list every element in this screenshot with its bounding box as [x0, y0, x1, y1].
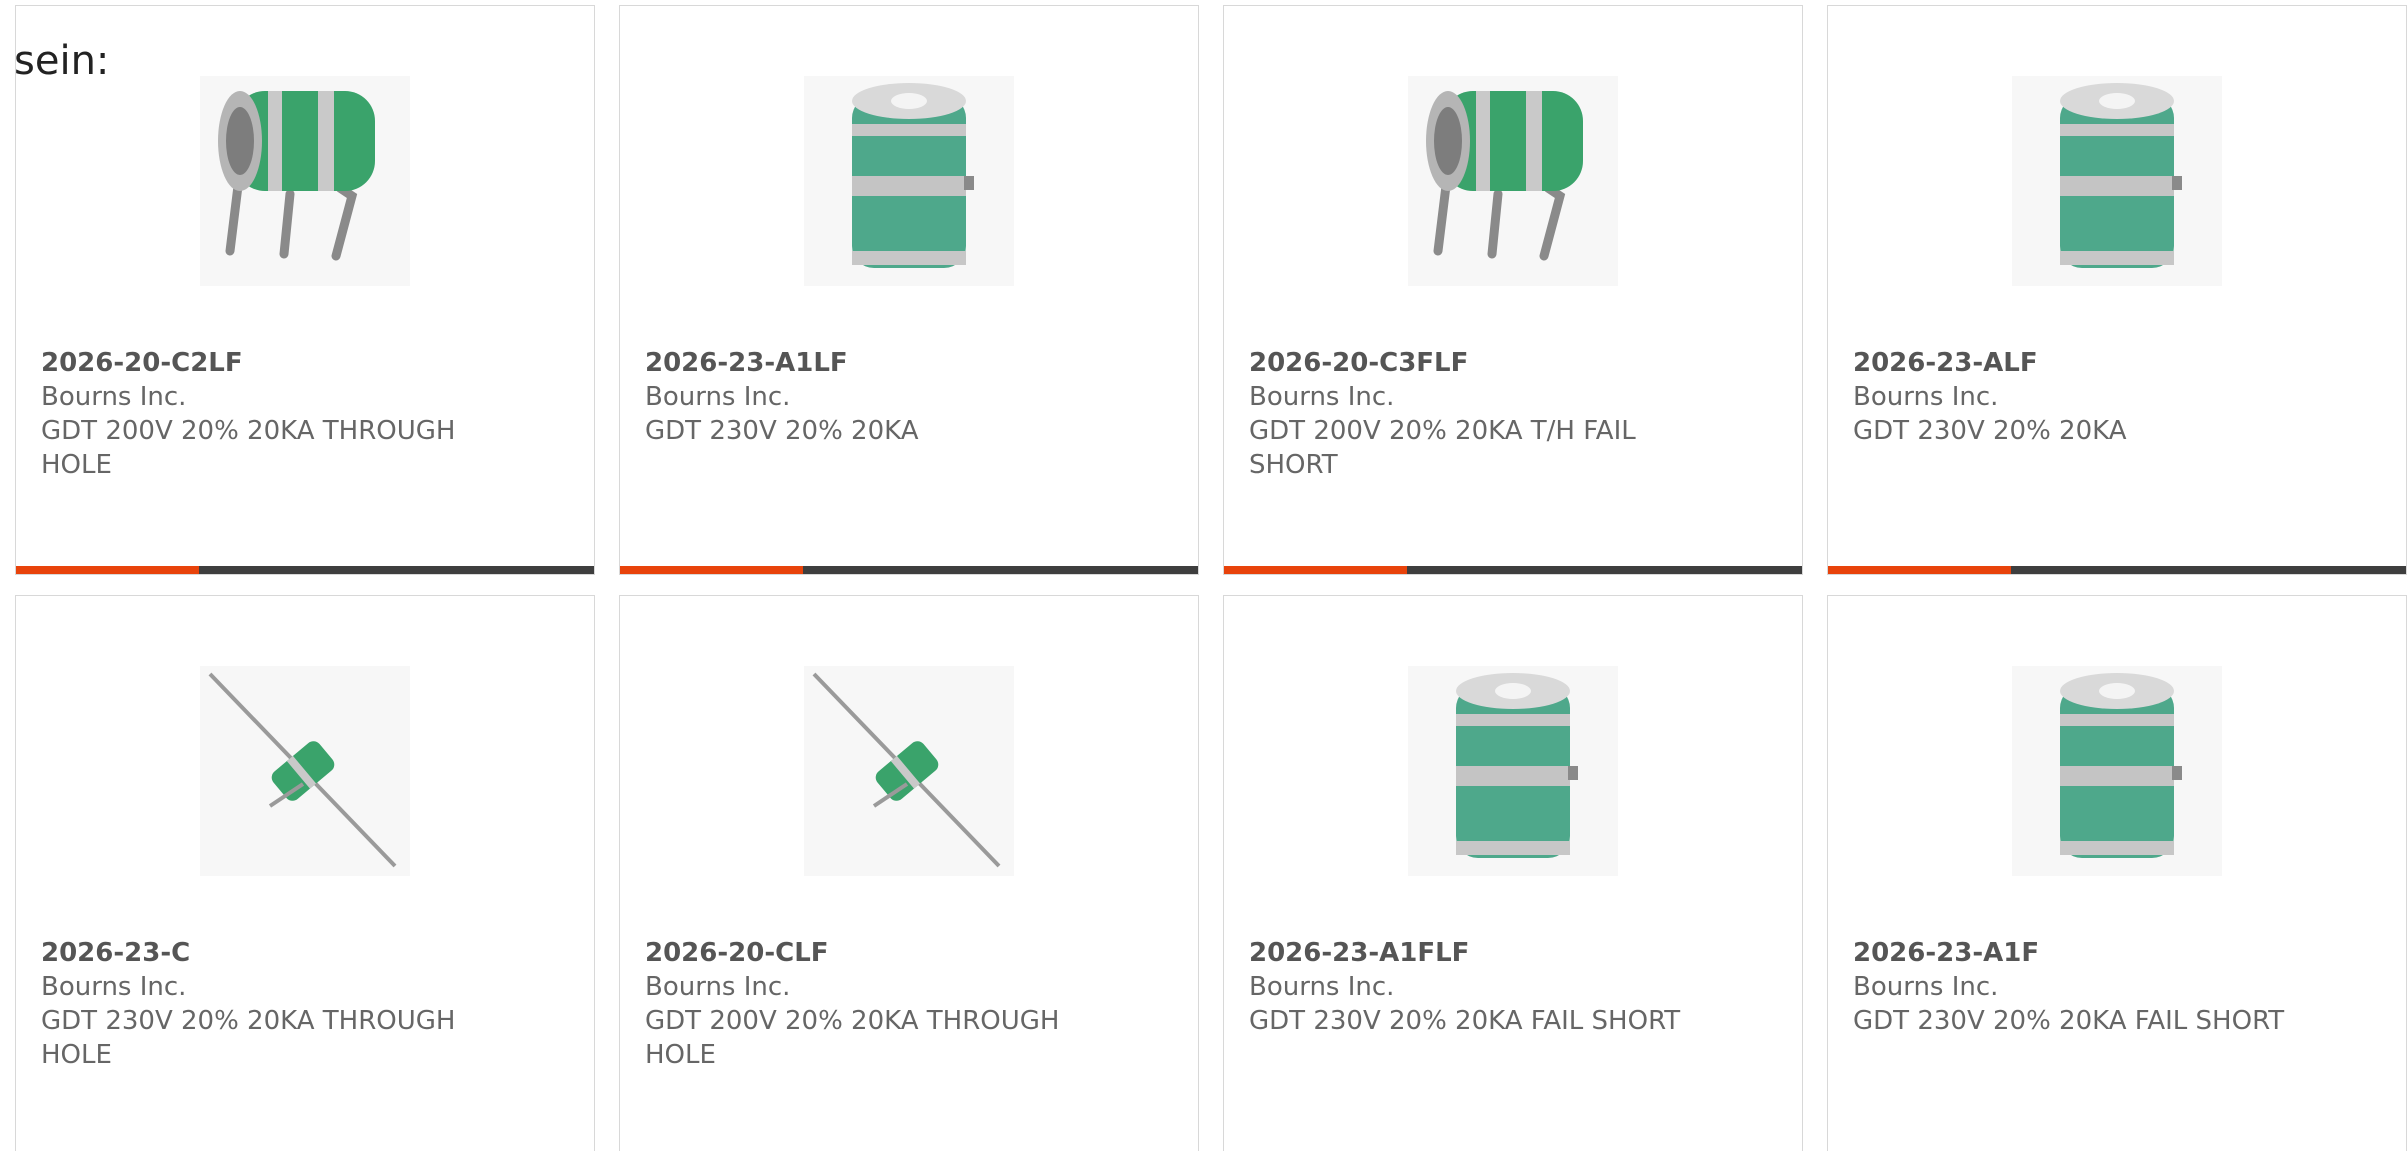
product-info: 2026-23-A1LF Bourns Inc. GDT 230V 20% 20… [645, 346, 1115, 448]
description: GDT 230V 20% 20KA FAIL SHORT [1249, 1006, 1681, 1036]
card-accent-bar [620, 566, 803, 574]
manufacturer: Bourns Inc. [1853, 382, 1999, 412]
product-card[interactable]: 2026-23-A1FLF Bourns Inc. GDT 230V 20% 2… [1223, 595, 1803, 1151]
gdt-3-lead-icon [1408, 76, 1618, 286]
product-grid: 2026-20-C2LF Bourns Inc. GDT 200V 20% 20… [15, 5, 2407, 1151]
product-info: 2026-23-A1F Bourns Inc. GDT 230V 20% 20K… [1853, 936, 2323, 1038]
manufacturer: Bourns Inc. [41, 972, 187, 1002]
part-number-link[interactable]: 2026-23-A1LF [645, 346, 1115, 380]
gdt-axial-icon [200, 666, 410, 876]
part-number-link[interactable]: 2026-23-A1FLF [1249, 936, 1719, 970]
description: GDT 230V 20% 20KA THROUGH HOLE [41, 1006, 456, 1070]
description: GDT 200V 20% 20KA T/H FAIL SHORT [1249, 416, 1636, 480]
part-number-link[interactable]: 2026-20-CLF [645, 936, 1115, 970]
description: GDT 230V 20% 20KA [1853, 416, 2127, 446]
product-card[interactable]: 2026-23-ALF Bourns Inc. GDT 230V 20% 20K… [1827, 5, 2407, 575]
product-card[interactable]: 2026-20-C3FLF Bourns Inc. GDT 200V 20% 2… [1223, 5, 1803, 575]
description: GDT 230V 20% 20KA FAIL SHORT [1853, 1006, 2285, 1036]
intro-text: sein: [14, 38, 110, 84]
gdt-3-lead-icon [200, 76, 410, 286]
product-card[interactable]: 2026-23-C Bourns Inc. GDT 230V 20% 20KA … [15, 595, 595, 1151]
gdt-axial-icon [804, 666, 1014, 876]
part-number-link[interactable]: 2026-23-A1F [1853, 936, 2323, 970]
card-bottom-bar [16, 566, 594, 574]
manufacturer: Bourns Inc. [41, 382, 187, 412]
part-number-link[interactable]: 2026-20-C2LF [41, 346, 511, 380]
product-info: 2026-20-C2LF Bourns Inc. GDT 200V 20% 20… [41, 346, 511, 482]
product-info: 2026-20-C3FLF Bourns Inc. GDT 200V 20% 2… [1249, 346, 1719, 482]
page: 2026-20-C2LF Bourns Inc. GDT 200V 20% 20… [0, 0, 2408, 1151]
product-info: 2026-23-A1FLF Bourns Inc. GDT 230V 20% 2… [1249, 936, 1719, 1038]
gdt-cylinder-icon [1408, 666, 1618, 876]
part-number-link[interactable]: 2026-20-C3FLF [1249, 346, 1719, 380]
card-accent-bar [16, 566, 199, 574]
part-number-link[interactable]: 2026-23-C [41, 936, 511, 970]
manufacturer: Bourns Inc. [1249, 382, 1395, 412]
product-card[interactable]: 2026-23-A1LF Bourns Inc. GDT 230V 20% 20… [619, 5, 1199, 575]
product-card[interactable]: 2026-20-C2LF Bourns Inc. GDT 200V 20% 20… [15, 5, 595, 575]
card-accent-bar [1828, 566, 2011, 574]
description: GDT 200V 20% 20KA THROUGH HOLE [645, 1006, 1060, 1070]
product-card[interactable]: 2026-23-A1F Bourns Inc. GDT 230V 20% 20K… [1827, 595, 2407, 1151]
product-card[interactable]: 2026-20-CLF Bourns Inc. GDT 200V 20% 20K… [619, 595, 1199, 1151]
description: GDT 230V 20% 20KA [645, 416, 919, 446]
manufacturer: Bourns Inc. [645, 972, 791, 1002]
card-bottom-bar [1828, 566, 2406, 574]
part-number-link[interactable]: 2026-23-ALF [1853, 346, 2323, 380]
card-accent-bar [1224, 566, 1407, 574]
gdt-cylinder-icon [2012, 666, 2222, 876]
manufacturer: Bourns Inc. [1249, 972, 1395, 1002]
product-info: 2026-23-ALF Bourns Inc. GDT 230V 20% 20K… [1853, 346, 2323, 448]
manufacturer: Bourns Inc. [645, 382, 791, 412]
card-bottom-bar [1224, 566, 1802, 574]
gdt-cylinder-icon [804, 76, 1014, 286]
manufacturer: Bourns Inc. [1853, 972, 1999, 1002]
description: GDT 200V 20% 20KA THROUGH HOLE [41, 416, 456, 480]
product-info: 2026-23-C Bourns Inc. GDT 230V 20% 20KA … [41, 936, 511, 1072]
card-bottom-bar [620, 566, 1198, 574]
product-info: 2026-20-CLF Bourns Inc. GDT 200V 20% 20K… [645, 936, 1115, 1072]
gdt-cylinder-icon [2012, 76, 2222, 286]
